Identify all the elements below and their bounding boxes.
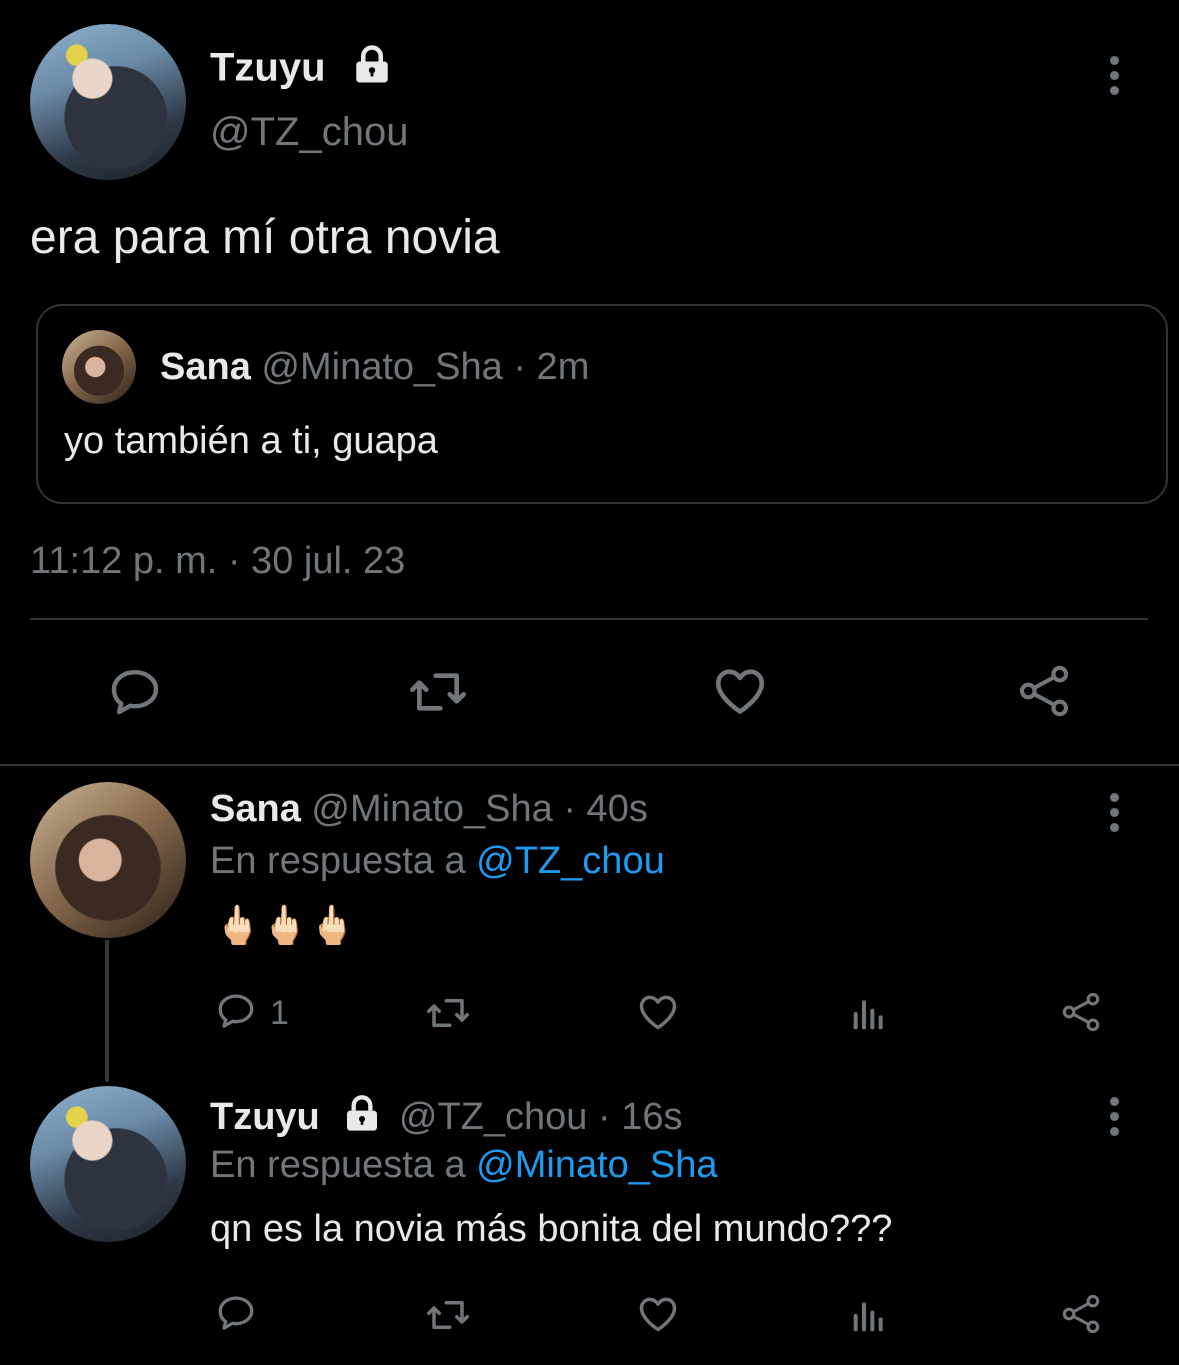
share-icon[interactable] bbox=[1058, 1292, 1104, 1336]
share-icon[interactable] bbox=[1058, 990, 1104, 1034]
like-icon[interactable] bbox=[636, 1292, 680, 1336]
like-icon[interactable] bbox=[636, 990, 680, 1034]
reply-to-link[interactable]: @Minato_Sha bbox=[476, 1144, 717, 1186]
lock-icon bbox=[342, 1094, 382, 1144]
reply-time[interactable]: · 40s bbox=[563, 788, 647, 830]
author-name[interactable]: Sana bbox=[210, 788, 301, 830]
reply-count: 1 bbox=[270, 994, 289, 1032]
avatar bbox=[62, 330, 136, 404]
reply-icon[interactable] bbox=[214, 1292, 258, 1334]
thread-line bbox=[105, 940, 109, 1082]
reply-text: qn es la novia más bonita del mundo??? bbox=[210, 1208, 893, 1250]
author-handle[interactable]: @Minato_Sha bbox=[311, 788, 552, 830]
more-options-icon[interactable] bbox=[1110, 793, 1120, 838]
quoted-author-handle: @Minato_Sha bbox=[261, 346, 503, 388]
more-options-icon[interactable] bbox=[1110, 1097, 1120, 1142]
views-icon[interactable] bbox=[848, 1296, 890, 1336]
reply-time[interactable]: · 16s bbox=[598, 1096, 682, 1138]
more-options-icon[interactable] bbox=[1110, 56, 1120, 101]
author-handle[interactable]: @TZ_chou bbox=[399, 1096, 588, 1138]
retweet-icon[interactable] bbox=[424, 992, 472, 1034]
lock-icon bbox=[351, 44, 393, 96]
reply-icon[interactable] bbox=[106, 664, 164, 720]
views-icon[interactable] bbox=[848, 994, 890, 1034]
reply-prefix: En respuesta a bbox=[210, 840, 466, 882]
divider bbox=[30, 618, 1148, 620]
avatar[interactable] bbox=[30, 24, 186, 180]
quoted-time: · 2m bbox=[513, 346, 590, 388]
author-handle[interactable]: @TZ_chou bbox=[210, 110, 408, 155]
tweet-text: era para mí otra novia bbox=[30, 211, 500, 264]
retweet-icon[interactable] bbox=[424, 1294, 472, 1336]
quoted-text: yo también a ti, guapa bbox=[64, 420, 438, 462]
author-name[interactable]: Tzuyu bbox=[210, 46, 326, 90]
share-icon[interactable] bbox=[1014, 662, 1074, 720]
author-name[interactable]: Tzuyu bbox=[210, 1096, 320, 1138]
reply-to-link[interactable]: @TZ_chou bbox=[476, 840, 665, 882]
avatar[interactable] bbox=[30, 1086, 186, 1242]
quoted-author-name: Sana bbox=[160, 346, 251, 388]
retweet-icon[interactable] bbox=[406, 664, 470, 720]
like-icon[interactable] bbox=[710, 662, 770, 720]
quoted-tweet[interactable]: Sana @Minato_Sha · 2m yo también a ti, g… bbox=[36, 304, 1168, 504]
reply-icon[interactable] bbox=[214, 990, 258, 1032]
divider bbox=[0, 764, 1179, 766]
avatar[interactable] bbox=[30, 782, 186, 938]
reply-text: 🖕🏻🖕🏻🖕🏻 bbox=[214, 905, 356, 947]
tweet-timestamp[interactable]: 11:12 p. m. · 30 jul. 23 bbox=[30, 540, 405, 583]
reply-prefix: En respuesta a bbox=[210, 1144, 466, 1186]
